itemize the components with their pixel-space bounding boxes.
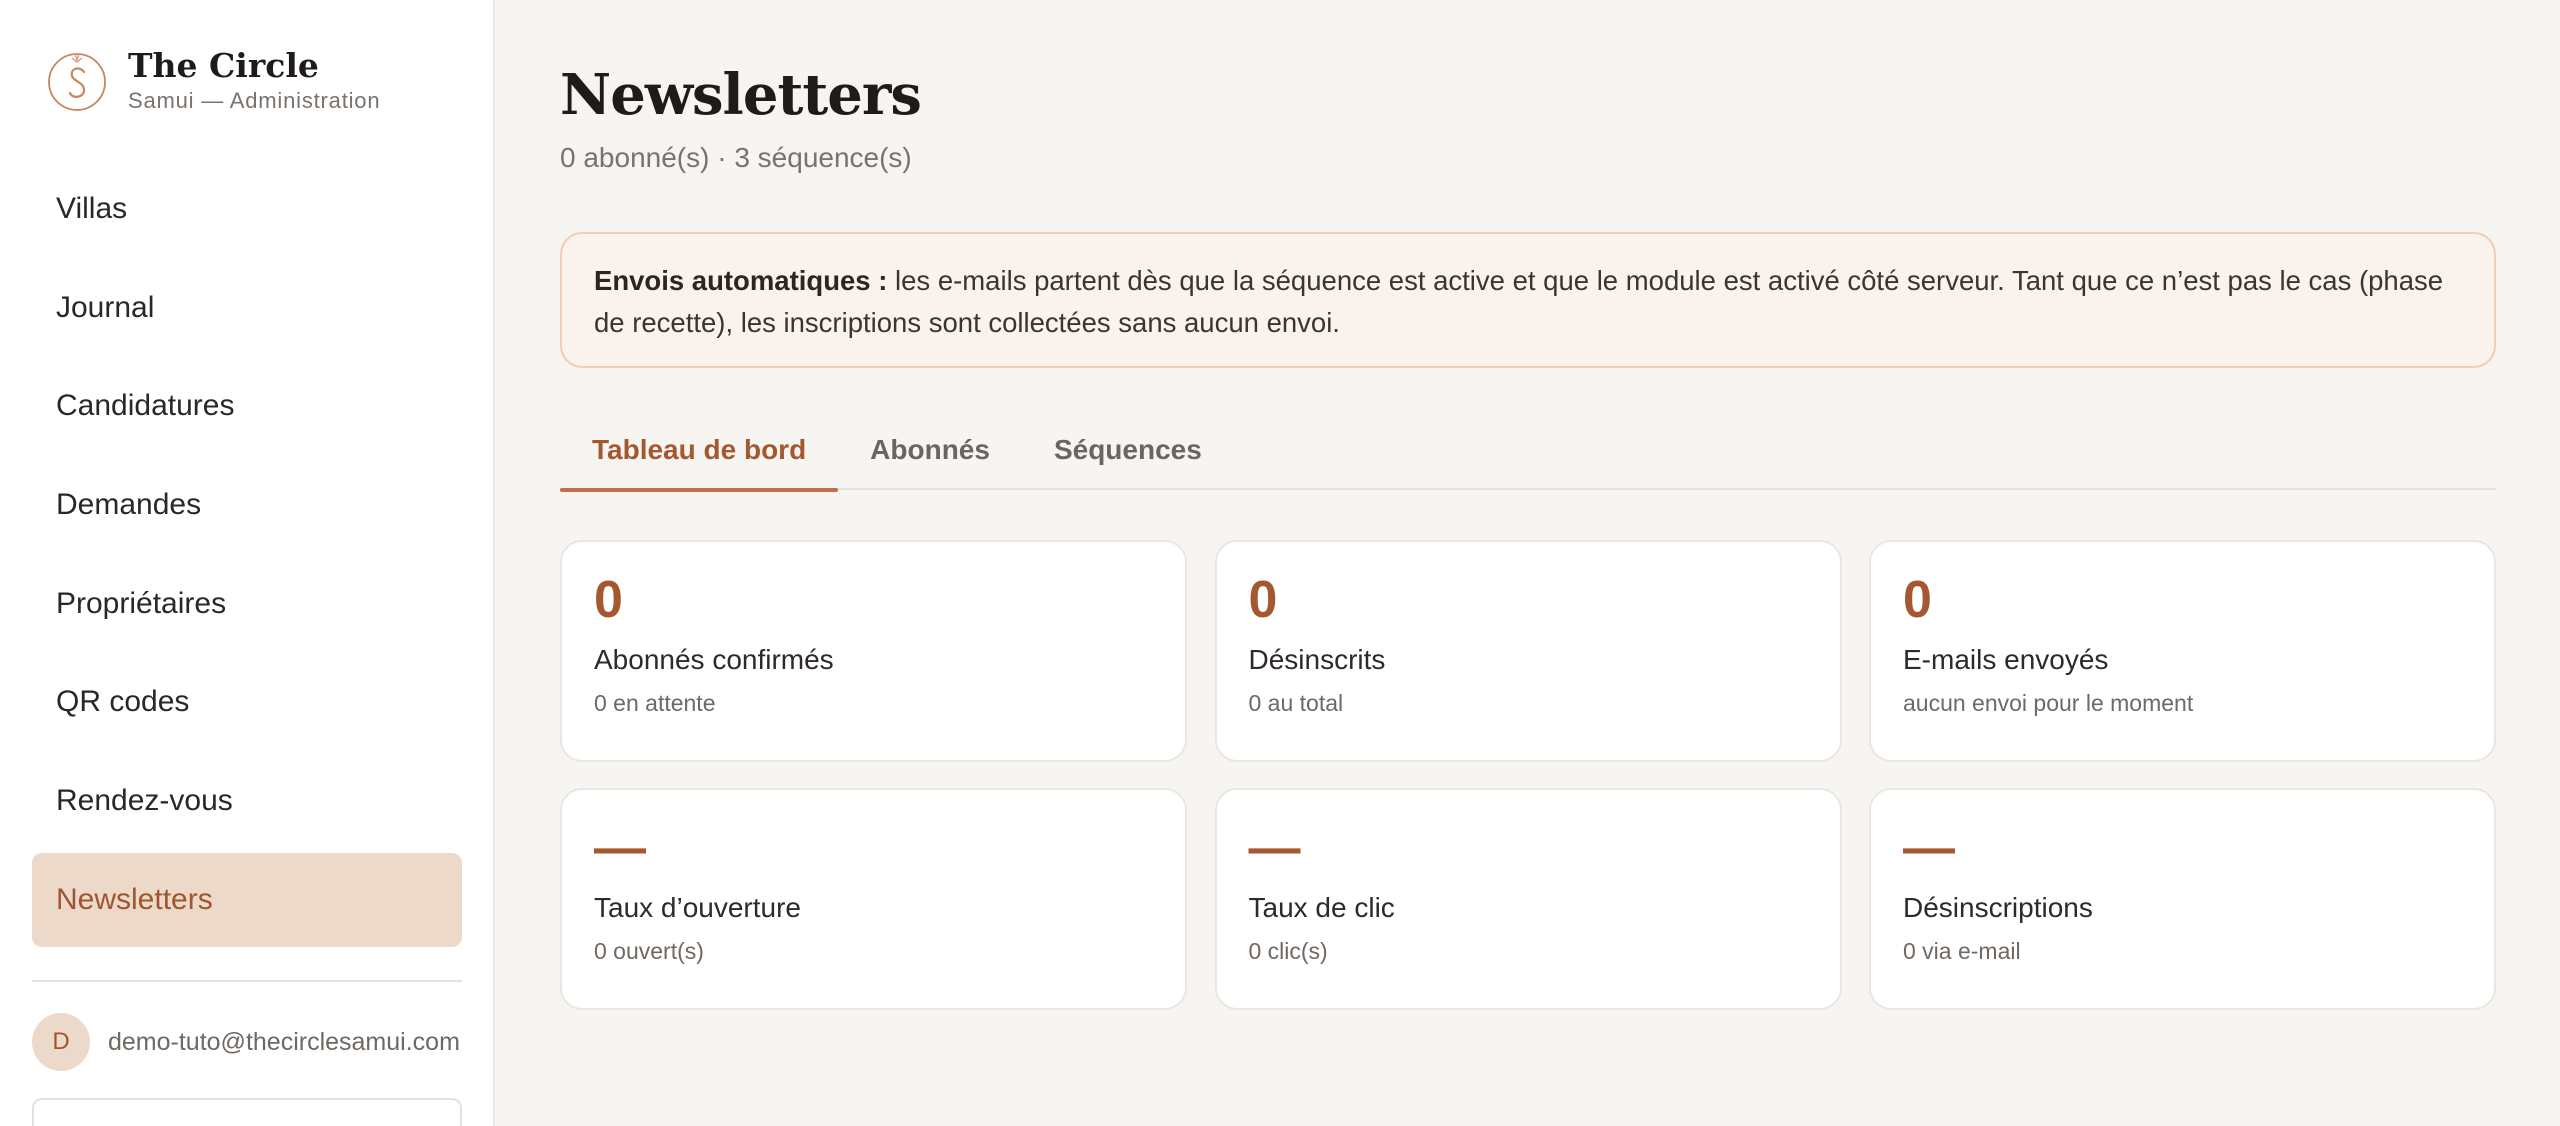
sidebar-item-qr-codes[interactable]: QR codes xyxy=(32,655,462,749)
sidebar-bottom-button[interactable] xyxy=(32,1098,462,1126)
sidebar-item-proprietaires[interactable]: Propriétaires xyxy=(32,557,462,651)
stat-label: Taux de clic xyxy=(1248,892,1395,923)
stats-grid: 0 Abonnés confirmés 0 en attente 0 Désin… xyxy=(560,540,2496,1010)
stat-card-desinscrits: 0 Désinscrits 0 au total xyxy=(1214,540,1842,762)
sidebar-item-rendez-vous[interactable]: Rendez-vous xyxy=(32,754,462,848)
sidebar: The Circle Samui — Administration Villas… xyxy=(0,0,495,1126)
stat-card-desinscriptions: — Désinscriptions 0 via e-mail xyxy=(1869,788,2496,1010)
stat-value: 0 xyxy=(594,571,623,629)
user-account[interactable]: D demo-tuto@thecirclesamui.com xyxy=(32,1013,462,1071)
stat-value: — xyxy=(1248,819,1301,877)
sidebar-item-journal[interactable]: Journal xyxy=(32,261,462,355)
sidebar-item-candidatures[interactable]: Candidatures xyxy=(32,359,462,453)
tabs: Tableau de bord Abonnés Séquences xyxy=(560,410,2496,492)
stat-label: Désinscrits xyxy=(1248,644,1386,675)
tab-tableau-de-bord[interactable]: Tableau de bord xyxy=(560,410,839,492)
stat-sub: 0 ouvert(s) xyxy=(594,938,704,964)
stat-label: Désinscriptions xyxy=(1903,892,2093,923)
tab-abonnes[interactable]: Abonnés xyxy=(838,410,1022,490)
stat-sub: 0 via e-mail xyxy=(1903,938,2021,964)
page-subtitle: 0 abonné(s) · 3 séquence(s) xyxy=(560,142,912,173)
stat-sub: 0 clic(s) xyxy=(1248,938,1328,964)
sidebar-item-demandes[interactable]: Demandes xyxy=(32,458,462,552)
stat-label: E-mails envoyés xyxy=(1903,644,2109,675)
stat-sub: aucun envoi pour le moment xyxy=(1903,690,2194,716)
stat-card-abonnes-confirmes: 0 Abonnés confirmés 0 en attente xyxy=(560,540,1187,762)
stat-card-emails-envoyes: 0 E-mails envoyés aucun envoi pour le mo… xyxy=(1869,540,2496,762)
brand-subtitle: Samui — Administration xyxy=(128,88,381,113)
stat-value: — xyxy=(594,819,646,877)
stat-label: Taux d’ouverture xyxy=(594,892,802,923)
stat-value: 0 xyxy=(1903,571,1932,629)
stat-sub: 0 au total xyxy=(1248,690,1344,716)
user-email: demo-tuto@thecirclesamui.com xyxy=(108,1027,460,1056)
stat-label: Abonnés confirmés xyxy=(594,644,834,675)
stat-value: 0 xyxy=(1248,571,1278,629)
avatar: D xyxy=(32,1013,90,1071)
sidebar-item-newsletters[interactable]: Newsletters xyxy=(32,852,462,947)
sidebar-nav: Villas Journal Candidatures Demandes Pro… xyxy=(32,162,462,952)
sidebar-item-villas[interactable]: Villas xyxy=(32,162,462,256)
tab-sequences[interactable]: Séquences xyxy=(1022,410,1234,490)
stat-card-taux-ouverture: — Taux d’ouverture 0 ouvert(s) xyxy=(560,788,1187,1010)
page-title: Newsletters xyxy=(560,62,922,128)
stat-sub: 0 en attente xyxy=(594,690,716,716)
monogram-s-logo xyxy=(46,44,108,116)
stat-value: — xyxy=(1903,819,1955,877)
notice-strong: Envois automatiques : xyxy=(594,265,888,296)
brand-title: The Circle xyxy=(128,46,319,85)
stat-card-taux-clic: — Taux de clic 0 clic(s) xyxy=(1214,788,1842,1010)
info-notice: Envois automatiques : les e-mails parten… xyxy=(560,232,2496,368)
brand[interactable]: The Circle Samui — Administration xyxy=(46,44,380,116)
sidebar-divider xyxy=(32,980,462,982)
